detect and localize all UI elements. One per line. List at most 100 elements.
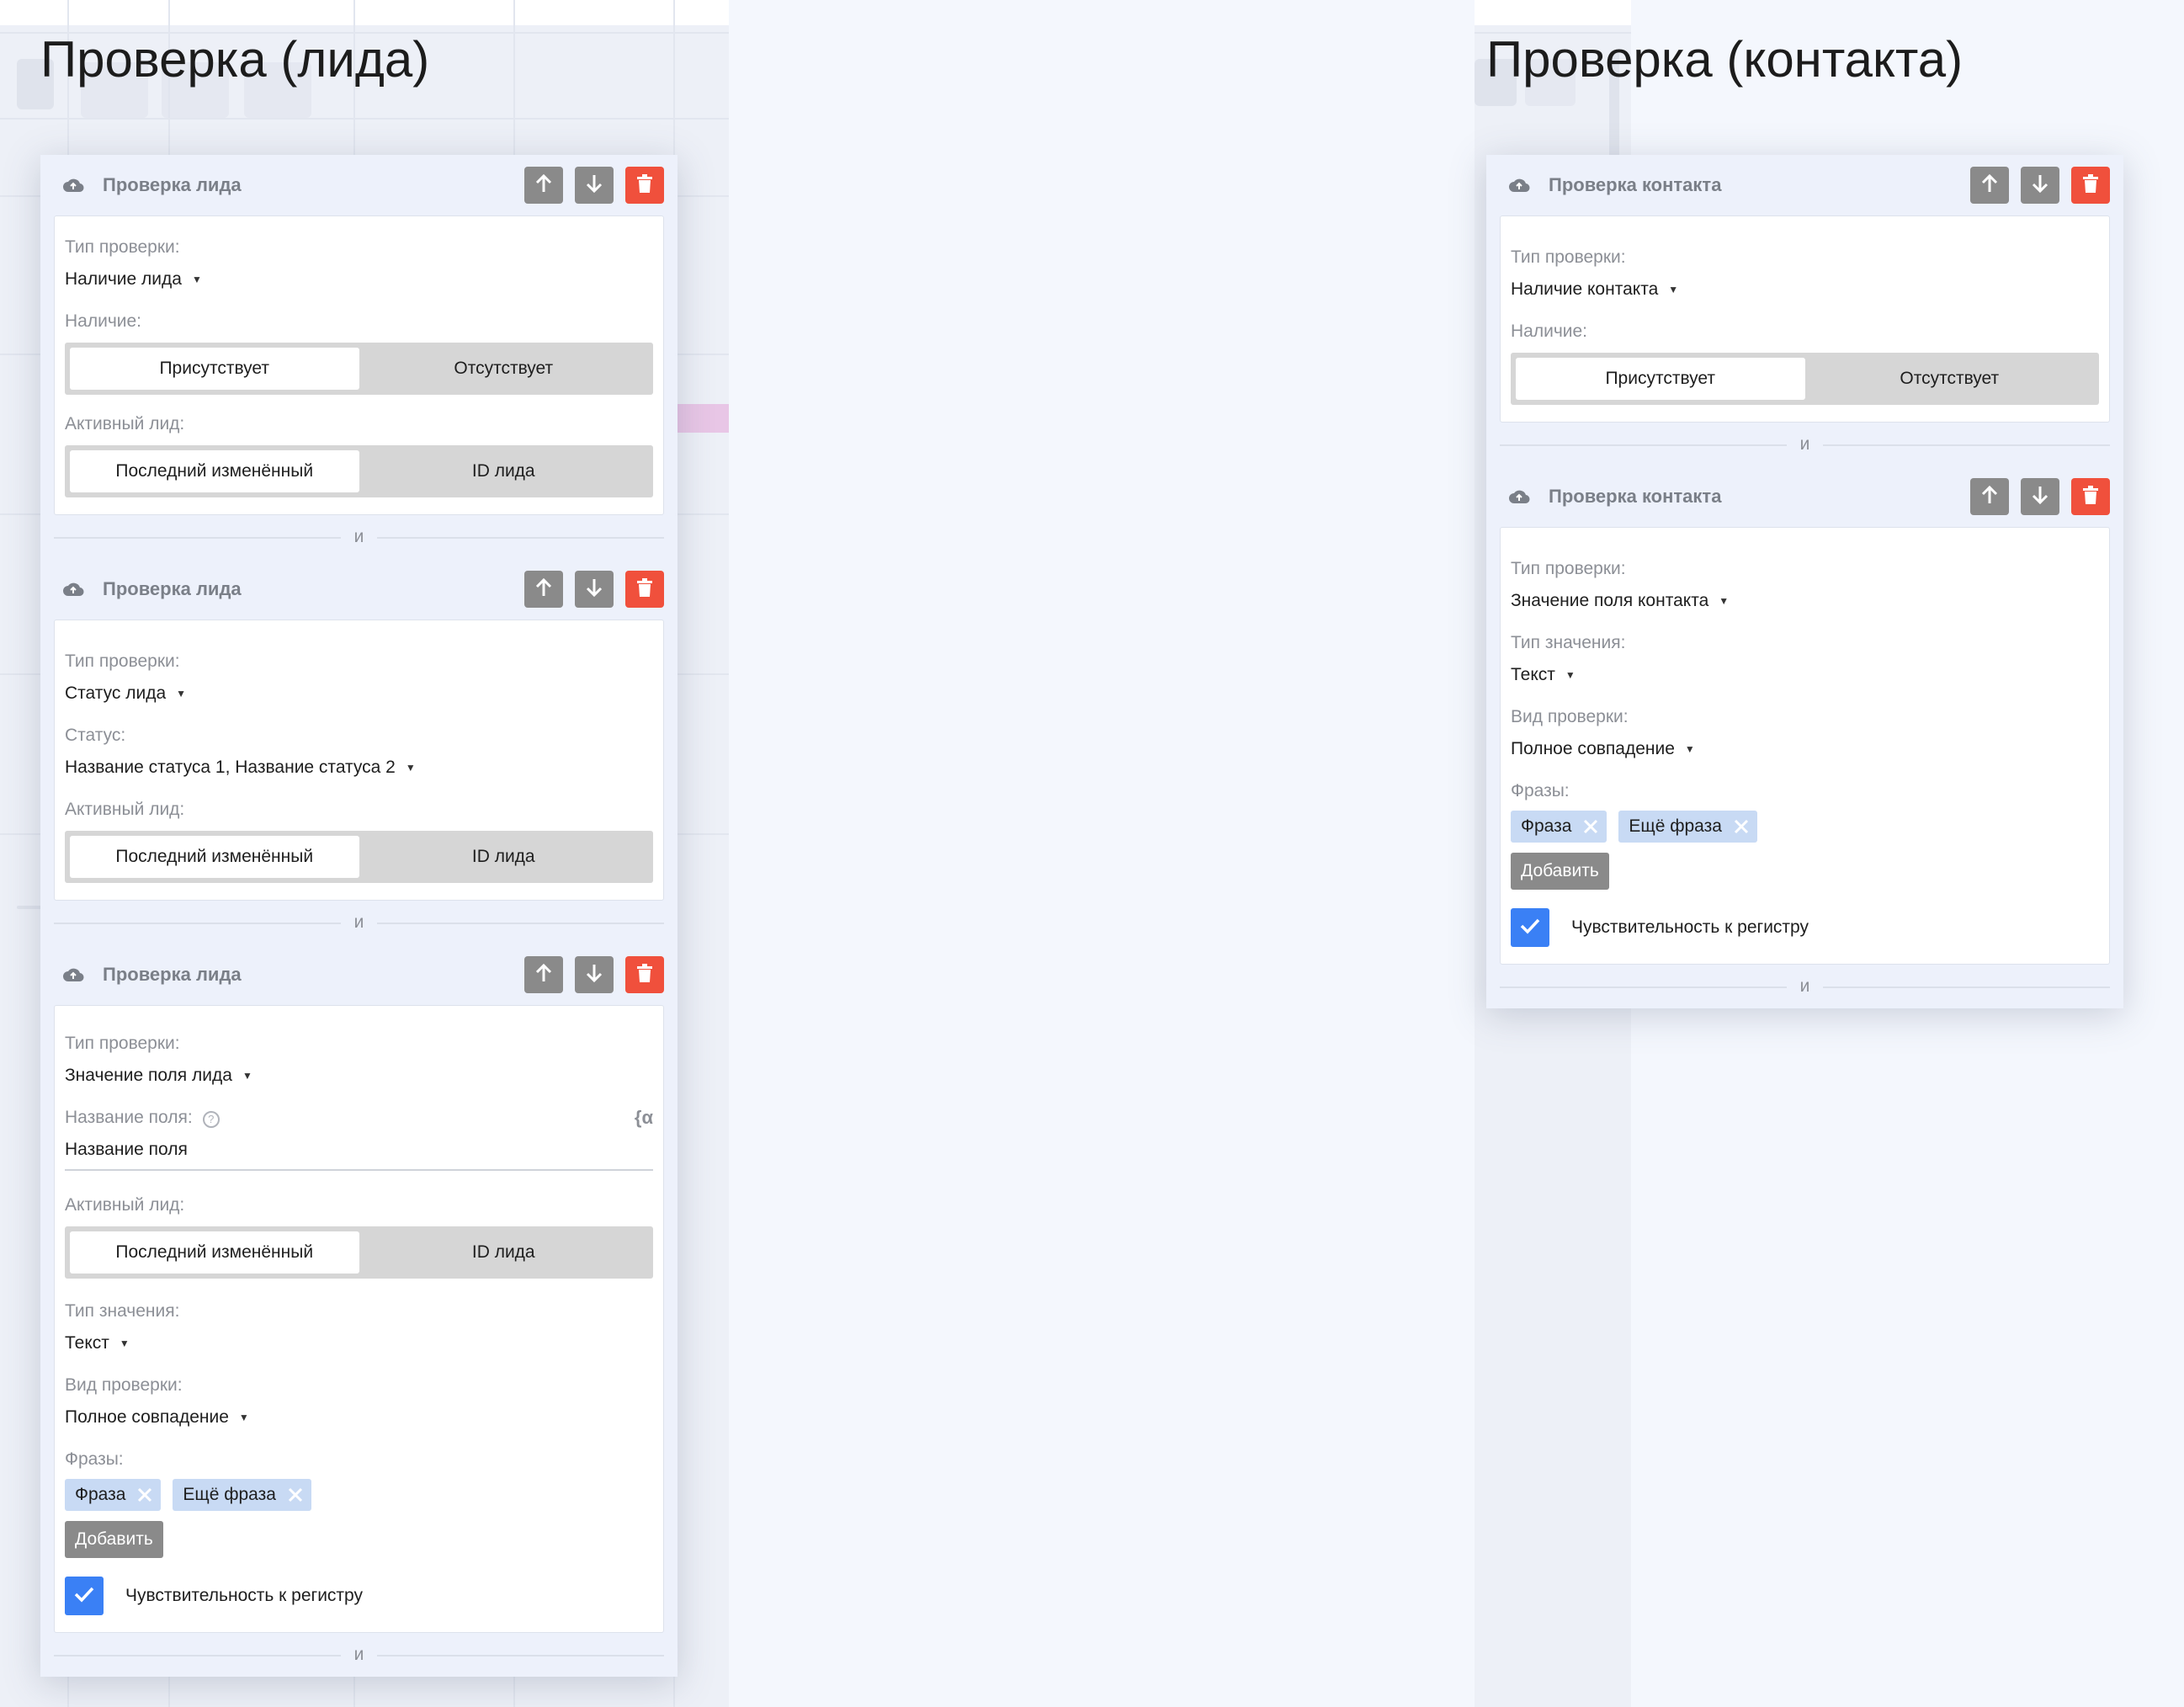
condition-card-body: Тип проверки: Наличие контакта ▼ Наличие:… [1500, 215, 2110, 423]
move-down-button[interactable] [2021, 478, 2059, 515]
status-value: Название статуса 1, Название статуса 2 [65, 758, 396, 777]
match-type-label: Вид проверки: [1511, 707, 1629, 726]
active-lead-toggle: Последний изменённый ID лида [65, 445, 653, 497]
add-phrase-button[interactable]: Добавить [1511, 853, 1609, 890]
move-down-button[interactable] [575, 167, 614, 204]
and-separator: и [54, 515, 664, 559]
status-label: Статус: [65, 726, 126, 745]
check-type-label: Тип проверки: [1511, 247, 1626, 267]
move-down-button[interactable] [575, 571, 614, 608]
variable-icon[interactable]: {α [635, 1107, 653, 1129]
close-icon[interactable] [1734, 819, 1749, 834]
trash-icon [636, 173, 653, 197]
check-type-label: Тип проверки: [65, 651, 180, 671]
move-up-button[interactable] [524, 167, 563, 204]
condition-card-body: Тип проверки: Наличие лида ▼ Наличие: При… [54, 215, 664, 515]
active-lead-toggle: Последний изменённый ID лида [65, 1226, 653, 1279]
caret-down-icon: ▼ [405, 762, 416, 774]
caret-down-icon: ▼ [1668, 284, 1679, 295]
check-type-select[interactable]: Наличие контакта ▼ [1511, 270, 2099, 309]
active-option-last-modified[interactable]: Последний изменённый [70, 836, 359, 878]
case-sensitive-label: Чувствительность к регистру [125, 1586, 363, 1605]
delete-button[interactable] [2071, 478, 2110, 515]
condition-card-body: Тип проверки: Значение поля лида ▼ Назван… [54, 1005, 664, 1633]
arrow-up-icon [1980, 485, 1999, 508]
active-option-lead-id[interactable]: ID лида [359, 1231, 649, 1274]
and-separator: и [1500, 423, 2110, 466]
presence-option-present[interactable]: Присутствует [70, 348, 359, 390]
move-up-button[interactable] [524, 956, 563, 993]
match-type-select[interactable]: Полное совпадение ▼ [65, 1398, 653, 1437]
value-type-label: Тип значения: [1511, 633, 1626, 652]
close-icon[interactable] [137, 1487, 152, 1502]
condition-card-body: Тип проверки: Статус лида ▼ Статус: Назва… [54, 620, 664, 901]
delete-button[interactable] [625, 571, 664, 608]
active-option-last-modified[interactable]: Последний изменённый [70, 450, 359, 492]
phrases-label: Фразы: [1511, 781, 1570, 800]
arrow-up-icon [534, 963, 553, 986]
condition-card-title: Проверка лида [103, 174, 242, 195]
check-type-label: Тип проверки: [1511, 559, 1626, 578]
check-icon [1520, 917, 1540, 938]
page-title-lead: Проверка (лида) [40, 31, 430, 88]
close-icon[interactable] [288, 1487, 303, 1502]
value-type-select[interactable]: Текст ▼ [1511, 656, 2099, 694]
add-phrase-button[interactable]: Добавить [65, 1521, 163, 1558]
move-down-button[interactable] [575, 956, 614, 993]
status-select[interactable]: Название статуса 1, Название статуса 2 ▼ [65, 748, 653, 787]
delete-button[interactable] [2071, 167, 2110, 204]
check-type-select[interactable]: Наличие лида ▼ [65, 260, 653, 299]
arrow-up-icon [1980, 173, 1999, 197]
check-type-value: Значение поля контакта [1511, 591, 1709, 610]
lead-conditions-panel: Проверка лида Тип проверки: Наличие лида… [40, 155, 678, 1677]
presence-option-absent[interactable]: Отсутствует [1805, 358, 2095, 400]
presence-option-present[interactable]: Присутствует [1516, 358, 1805, 400]
caret-down-icon: ▼ [1684, 743, 1695, 755]
check-type-select[interactable]: Статус лида ▼ [65, 674, 653, 713]
close-icon[interactable] [1583, 819, 1598, 834]
presence-toggle: Присутствует Отсутствует [65, 343, 653, 395]
active-option-lead-id[interactable]: ID лида [359, 836, 649, 878]
cloud-icon [1508, 178, 1530, 193]
case-sensitive-row: Чувствительность к регистру [65, 1577, 653, 1615]
check-type-select[interactable]: Значение поля контакта ▼ [1511, 582, 2099, 620]
help-icon[interactable]: ? [202, 1110, 220, 1128]
trash-icon [636, 963, 653, 986]
check-type-select[interactable]: Значение поля лида ▼ [65, 1056, 653, 1095]
match-type-value: Полное совпадение [65, 1407, 229, 1427]
delete-button[interactable] [625, 956, 664, 993]
match-type-label: Вид проверки: [65, 1375, 183, 1395]
presence-label: Наличие: [65, 311, 142, 331]
trash-icon [636, 577, 653, 601]
match-type-value: Полное совпадение [1511, 739, 1675, 758]
caret-down-icon: ▼ [1565, 669, 1576, 681]
move-up-button[interactable] [524, 571, 563, 608]
condition-card-header: Проверка контакта [1500, 155, 2110, 215]
and-separator: и [54, 1633, 664, 1677]
check-icon [74, 1586, 94, 1606]
move-up-button[interactable] [1970, 478, 2009, 515]
active-lead-label: Активный лид: [65, 1195, 185, 1215]
match-type-select[interactable]: Полное совпадение ▼ [1511, 730, 2099, 768]
check-type-value: Наличие контакта [1511, 279, 1659, 299]
phrase-tag: Фраза [1511, 811, 1607, 843]
active-option-lead-id[interactable]: ID лида [359, 450, 649, 492]
active-lead-label: Активный лид: [65, 800, 185, 819]
condition-card-header: Проверка контакта [1500, 466, 2110, 527]
arrow-down-icon [2031, 173, 2049, 197]
value-type-value: Текст [65, 1333, 109, 1353]
move-up-button[interactable] [1970, 167, 2009, 204]
field-name-input[interactable]: Название поля [65, 1130, 653, 1171]
case-sensitive-checkbox[interactable] [65, 1577, 104, 1615]
move-down-button[interactable] [2021, 167, 2059, 204]
active-option-last-modified[interactable]: Последний изменённый [70, 1231, 359, 1274]
phrase-tag: Ещё фраза [173, 1479, 311, 1511]
value-type-select[interactable]: Текст ▼ [65, 1324, 653, 1363]
presence-option-absent[interactable]: Отсутствует [359, 348, 649, 390]
caret-down-icon: ▼ [119, 1337, 130, 1349]
arrow-down-icon [2031, 485, 2049, 508]
delete-button[interactable] [625, 167, 664, 204]
phrases-list: Фраза Ещё фраза [1511, 811, 2099, 843]
case-sensitive-checkbox[interactable] [1511, 908, 1549, 947]
arrow-down-icon [585, 577, 603, 601]
